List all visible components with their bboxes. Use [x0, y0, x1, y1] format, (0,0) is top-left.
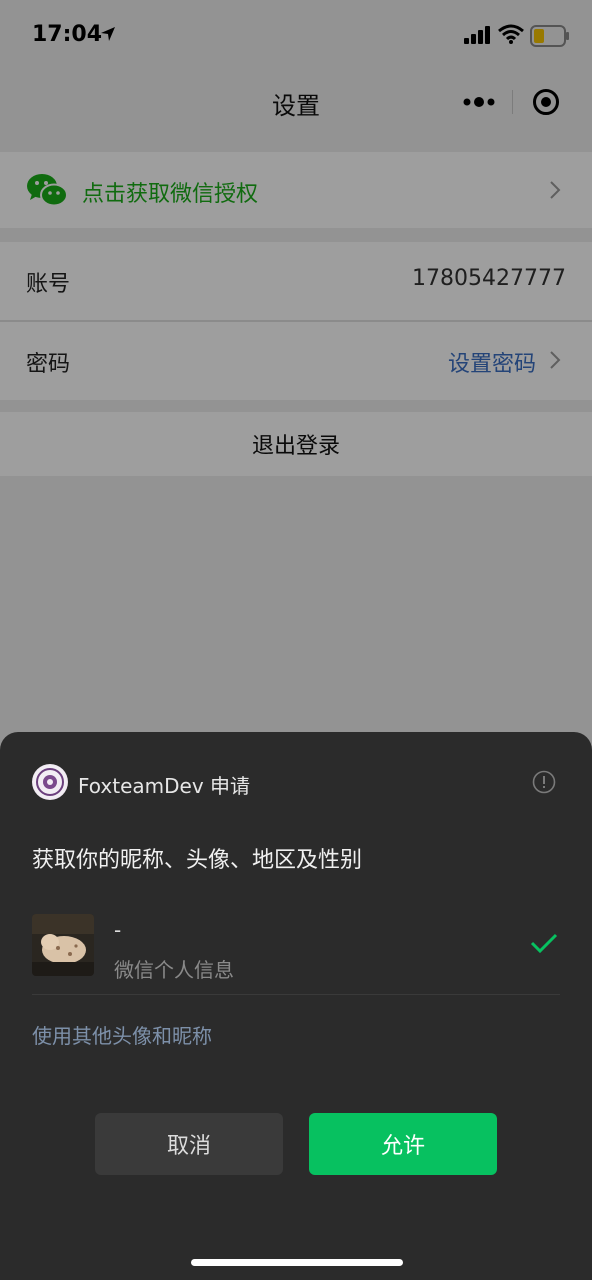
- home-indicator: [191, 1259, 403, 1266]
- app-name: FoxteamDev 申请: [78, 774, 251, 798]
- check-icon[interactable]: [530, 932, 558, 954]
- use-other-profile-link[interactable]: 使用其他头像和昵称: [32, 1020, 212, 1049]
- user-avatar: [32, 914, 94, 976]
- request-title: 获取你的昵称、头像、地区及性别: [32, 848, 363, 873]
- app-logo: [32, 764, 68, 800]
- authorization-sheet: FoxteamDev 申请 获取你的昵称、头像、地区及性别 - 微信个人信息 使…: [0, 732, 592, 1280]
- cancel-button[interactable]: 取消: [95, 1113, 283, 1175]
- allow-button[interactable]: 允许: [309, 1113, 497, 1175]
- sheet-divider: [32, 994, 560, 995]
- profile-nickname: -: [114, 918, 122, 942]
- profile-subtitle: 微信个人信息: [114, 958, 234, 982]
- info-icon[interactable]: [532, 770, 556, 794]
